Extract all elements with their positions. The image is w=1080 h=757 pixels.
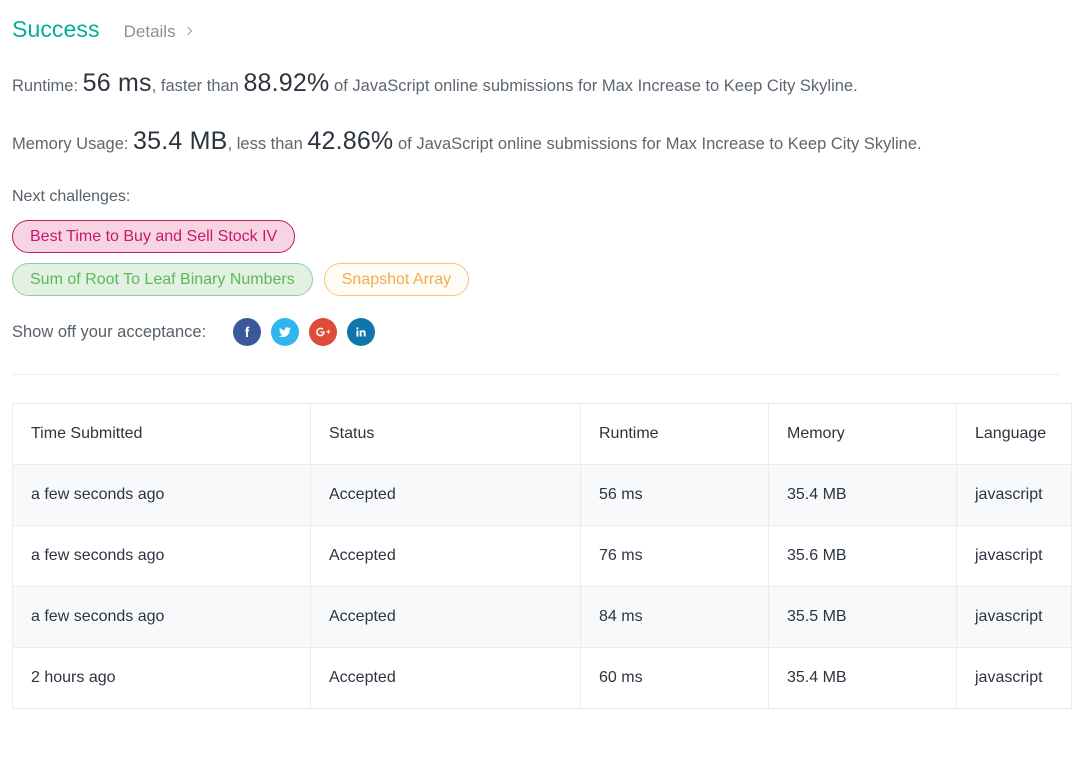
social-buttons <box>233 318 376 346</box>
runtime-stat-line: Runtime: 56 ms, faster than 88.92% of Ja… <box>12 69 1068 98</box>
cell-status[interactable]: Accepted <box>310 525 581 587</box>
cell-memory: 35.4 MB <box>768 647 957 709</box>
share-label: Show off your acceptance: <box>12 322 207 341</box>
table-header-row: Time Submitted Status Runtime Memory Lan… <box>12 403 1072 465</box>
twitter-icon[interactable] <box>271 318 300 346</box>
submission-result-page: Success Details Runtime: 56 ms, faster t… <box>0 0 1080 757</box>
details-link[interactable]: Details <box>123 22 192 42</box>
cell-language: javascript <box>956 464 1072 526</box>
challenge-tag-easy[interactable]: Sum of Root To Leaf Binary Numbers <box>12 263 313 296</box>
section-divider <box>12 374 1060 375</box>
challenge-tag-hard[interactable]: Best Time to Buy and Sell Stock IV <box>12 220 296 253</box>
google-plus-icon[interactable] <box>309 318 338 346</box>
cell-memory: 35.5 MB <box>768 586 957 648</box>
memory-stat-line: Memory Usage: 35.4 MB, less than 42.86% … <box>12 127 1068 156</box>
cell-runtime: 60 ms <box>580 647 769 709</box>
memory-prefix: Memory Usage: <box>12 135 129 153</box>
cell-language: javascript <box>956 586 1072 648</box>
cell-memory: 35.4 MB <box>768 464 957 526</box>
share-row: Show off your acceptance: <box>12 318 1068 346</box>
memory-value: 35.4 MB <box>133 127 228 155</box>
runtime-value: 56 ms <box>82 69 152 97</box>
next-challenges-tags: Best Time to Buy and Sell Stock IV Sum o… <box>12 220 1068 296</box>
submissions-table: Time Submitted Status Runtime Memory Lan… <box>12 403 1072 709</box>
table-row[interactable]: a few seconds ago Accepted 76 ms 35.6 MB… <box>12 525 1072 587</box>
column-header-language: Language <box>956 403 1072 465</box>
cell-status[interactable]: Accepted <box>310 647 581 709</box>
cell-runtime: 84 ms <box>580 586 769 648</box>
table-row[interactable]: a few seconds ago Accepted 84 ms 35.5 MB… <box>12 586 1072 648</box>
submissions-table-body: a few seconds ago Accepted 56 ms 35.4 MB… <box>12 464 1072 709</box>
details-link-label: Details <box>123 22 176 41</box>
cell-time-submitted: a few seconds ago <box>12 464 311 526</box>
submissions-table-wrapper: Time Submitted Status Runtime Memory Lan… <box>12 403 1072 709</box>
memory-suffix: of JavaScript online submissions for Max… <box>397 135 922 153</box>
column-header-memory: Memory <box>768 403 957 465</box>
column-header-status: Status <box>310 403 581 465</box>
submissions-table-head: Time Submitted Status Runtime Memory Lan… <box>12 403 1072 465</box>
chevron-right-icon <box>183 26 192 36</box>
runtime-suffix: of JavaScript online submissions for Max… <box>334 77 858 95</box>
cell-language: javascript <box>956 525 1072 587</box>
cell-runtime: 56 ms <box>580 464 769 526</box>
memory-middle: , less than <box>227 135 303 153</box>
column-header-time-submitted: Time Submitted <box>12 403 311 465</box>
status-header: Success Details <box>12 0 1068 43</box>
column-header-runtime: Runtime <box>580 403 769 465</box>
cell-language: javascript <box>956 647 1072 709</box>
next-challenges-row-1: Best Time to Buy and Sell Stock IV <box>12 220 1068 253</box>
next-challenges-label: Next challenges: <box>12 188 131 205</box>
cell-status[interactable]: Accepted <box>310 586 581 648</box>
table-row[interactable]: 2 hours ago Accepted 60 ms 35.4 MB javas… <box>12 647 1072 709</box>
table-row[interactable]: a few seconds ago Accepted 56 ms 35.4 MB… <box>12 464 1072 526</box>
cell-time-submitted: a few seconds ago <box>12 586 311 648</box>
cell-runtime: 76 ms <box>580 525 769 587</box>
cell-time-submitted: a few seconds ago <box>12 525 311 587</box>
cell-time-submitted: 2 hours ago <box>12 647 311 709</box>
submission-status-title: Success <box>12 16 100 42</box>
linkedin-icon[interactable] <box>347 318 376 346</box>
cell-status[interactable]: Accepted <box>310 464 581 526</box>
cell-memory: 35.6 MB <box>768 525 957 587</box>
runtime-middle: , faster than <box>151 77 239 95</box>
next-challenges-row-2: Sum of Root To Leaf Binary Numbers Snaps… <box>12 263 1068 296</box>
challenge-tag-medium[interactable]: Snapshot Array <box>323 263 470 296</box>
runtime-percentile: 88.92% <box>243 69 330 97</box>
memory-percentile: 42.86% <box>307 127 394 155</box>
facebook-icon[interactable] <box>233 318 262 346</box>
runtime-prefix: Runtime: <box>12 77 79 95</box>
